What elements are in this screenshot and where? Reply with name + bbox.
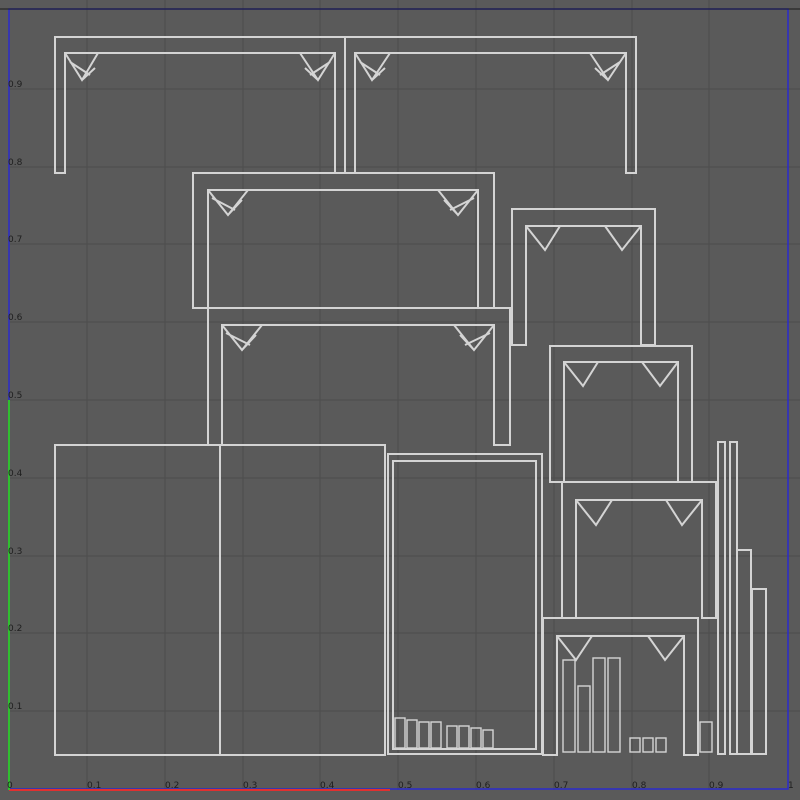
u-tick: 0.4 bbox=[320, 781, 335, 791]
u-tick: 0.5 bbox=[398, 781, 412, 791]
u-tick: 0.1 bbox=[87, 781, 101, 791]
u-tick: 0.2 bbox=[165, 781, 179, 791]
uv-island-strips[interactable] bbox=[717, 441, 767, 755]
u-tick: 0.7 bbox=[554, 781, 568, 791]
uv-islands[interactable] bbox=[54, 36, 767, 756]
uv-island-arch-right-2[interactable] bbox=[549, 345, 693, 483]
uv-island-arch-middle[interactable] bbox=[192, 172, 495, 309]
v-tick: 0.2 bbox=[8, 624, 22, 634]
uv-island-arch-lower[interactable] bbox=[207, 307, 511, 446]
u-tick: 0.9 bbox=[709, 781, 724, 791]
uv-island-arch-top-left[interactable] bbox=[54, 36, 346, 174]
u-tick: 0.8 bbox=[632, 781, 647, 791]
uv-grid bbox=[10, 0, 800, 790]
u-tick: 1 bbox=[788, 781, 794, 791]
uv-island-door-frame[interactable] bbox=[387, 453, 543, 755]
v-tick: 0.6 bbox=[8, 313, 23, 323]
uv-island-arch-right-3[interactable] bbox=[561, 481, 717, 619]
v-tick: 0.7 bbox=[8, 235, 22, 245]
u-tick: 0 bbox=[7, 781, 13, 791]
uv-editor-viewport[interactable]: 0 0.1 0.2 0.3 0.4 0.5 0.6 0.7 0.8 0.9 1 … bbox=[0, 0, 800, 800]
uv-island-floor-panel[interactable] bbox=[54, 444, 386, 756]
v-tick-labels: 0.1 0.2 0.3 0.4 0.5 0.6 0.7 0.8 0.9 bbox=[8, 80, 23, 712]
v-tick: 0.8 bbox=[8, 158, 23, 168]
v-tick: 0.1 bbox=[8, 702, 22, 712]
v-tick: 0.3 bbox=[8, 547, 22, 557]
u-tick: 0.6 bbox=[476, 781, 491, 791]
uv-island-arch-right-1[interactable] bbox=[511, 208, 656, 346]
uv-canvas[interactable]: 0 0.1 0.2 0.3 0.4 0.5 0.6 0.7 0.8 0.9 1 … bbox=[0, 0, 800, 800]
v-tick: 0.9 bbox=[8, 80, 23, 90]
u-tick: 0.3 bbox=[243, 781, 257, 791]
v-tick: 0.5 bbox=[8, 391, 22, 401]
v-tick: 0.4 bbox=[8, 469, 23, 479]
uv-island-arch-top-right[interactable] bbox=[344, 36, 637, 174]
